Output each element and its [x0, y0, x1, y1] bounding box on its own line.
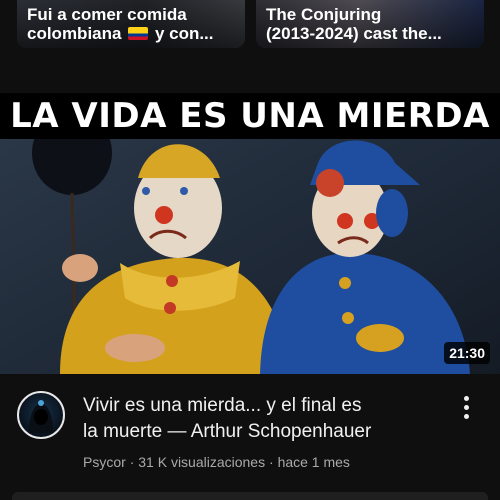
- channel-avatar[interactable]: [17, 391, 65, 439]
- recommended-row: Fui a comer comida colombiana y con... Th…: [0, 0, 500, 52]
- card-title: The Conjuring (2013-2024) cast the...: [266, 5, 442, 43]
- duration-badge: 21:30: [444, 342, 490, 364]
- colombia-flag-icon: [128, 27, 149, 40]
- thumbnail-caption: LA VIDA ES UNA MIERDA: [0, 93, 500, 139]
- video-thumbnail[interactable]: LA VIDA ES UNA MIERDA 21:30: [0, 93, 500, 374]
- upload-age: hace 1 mes: [277, 454, 350, 470]
- video-card-conjuring[interactable]: The Conjuring (2013-2024) cast the...: [256, 0, 484, 48]
- card-title: Fui a comer comida colombiana y con...: [27, 5, 214, 43]
- video-details: Vivir es una mierda... y el final es la …: [0, 374, 500, 484]
- video-card-colombian-food[interactable]: Fui a comer comida colombiana y con...: [17, 0, 245, 48]
- view-count: 31 K visualizaciones: [138, 454, 266, 470]
- video-title[interactable]: Vivir es una mierda... y el final es la …: [83, 393, 443, 445]
- hooded-figure-icon: [29, 400, 53, 433]
- video-metadata: Psycor · 31 K visualizaciones · hace 1 m…: [83, 454, 350, 470]
- more-vertical-icon[interactable]: [458, 396, 474, 422]
- next-video-card-edge[interactable]: [12, 492, 488, 500]
- channel-name[interactable]: Psycor: [83, 454, 126, 470]
